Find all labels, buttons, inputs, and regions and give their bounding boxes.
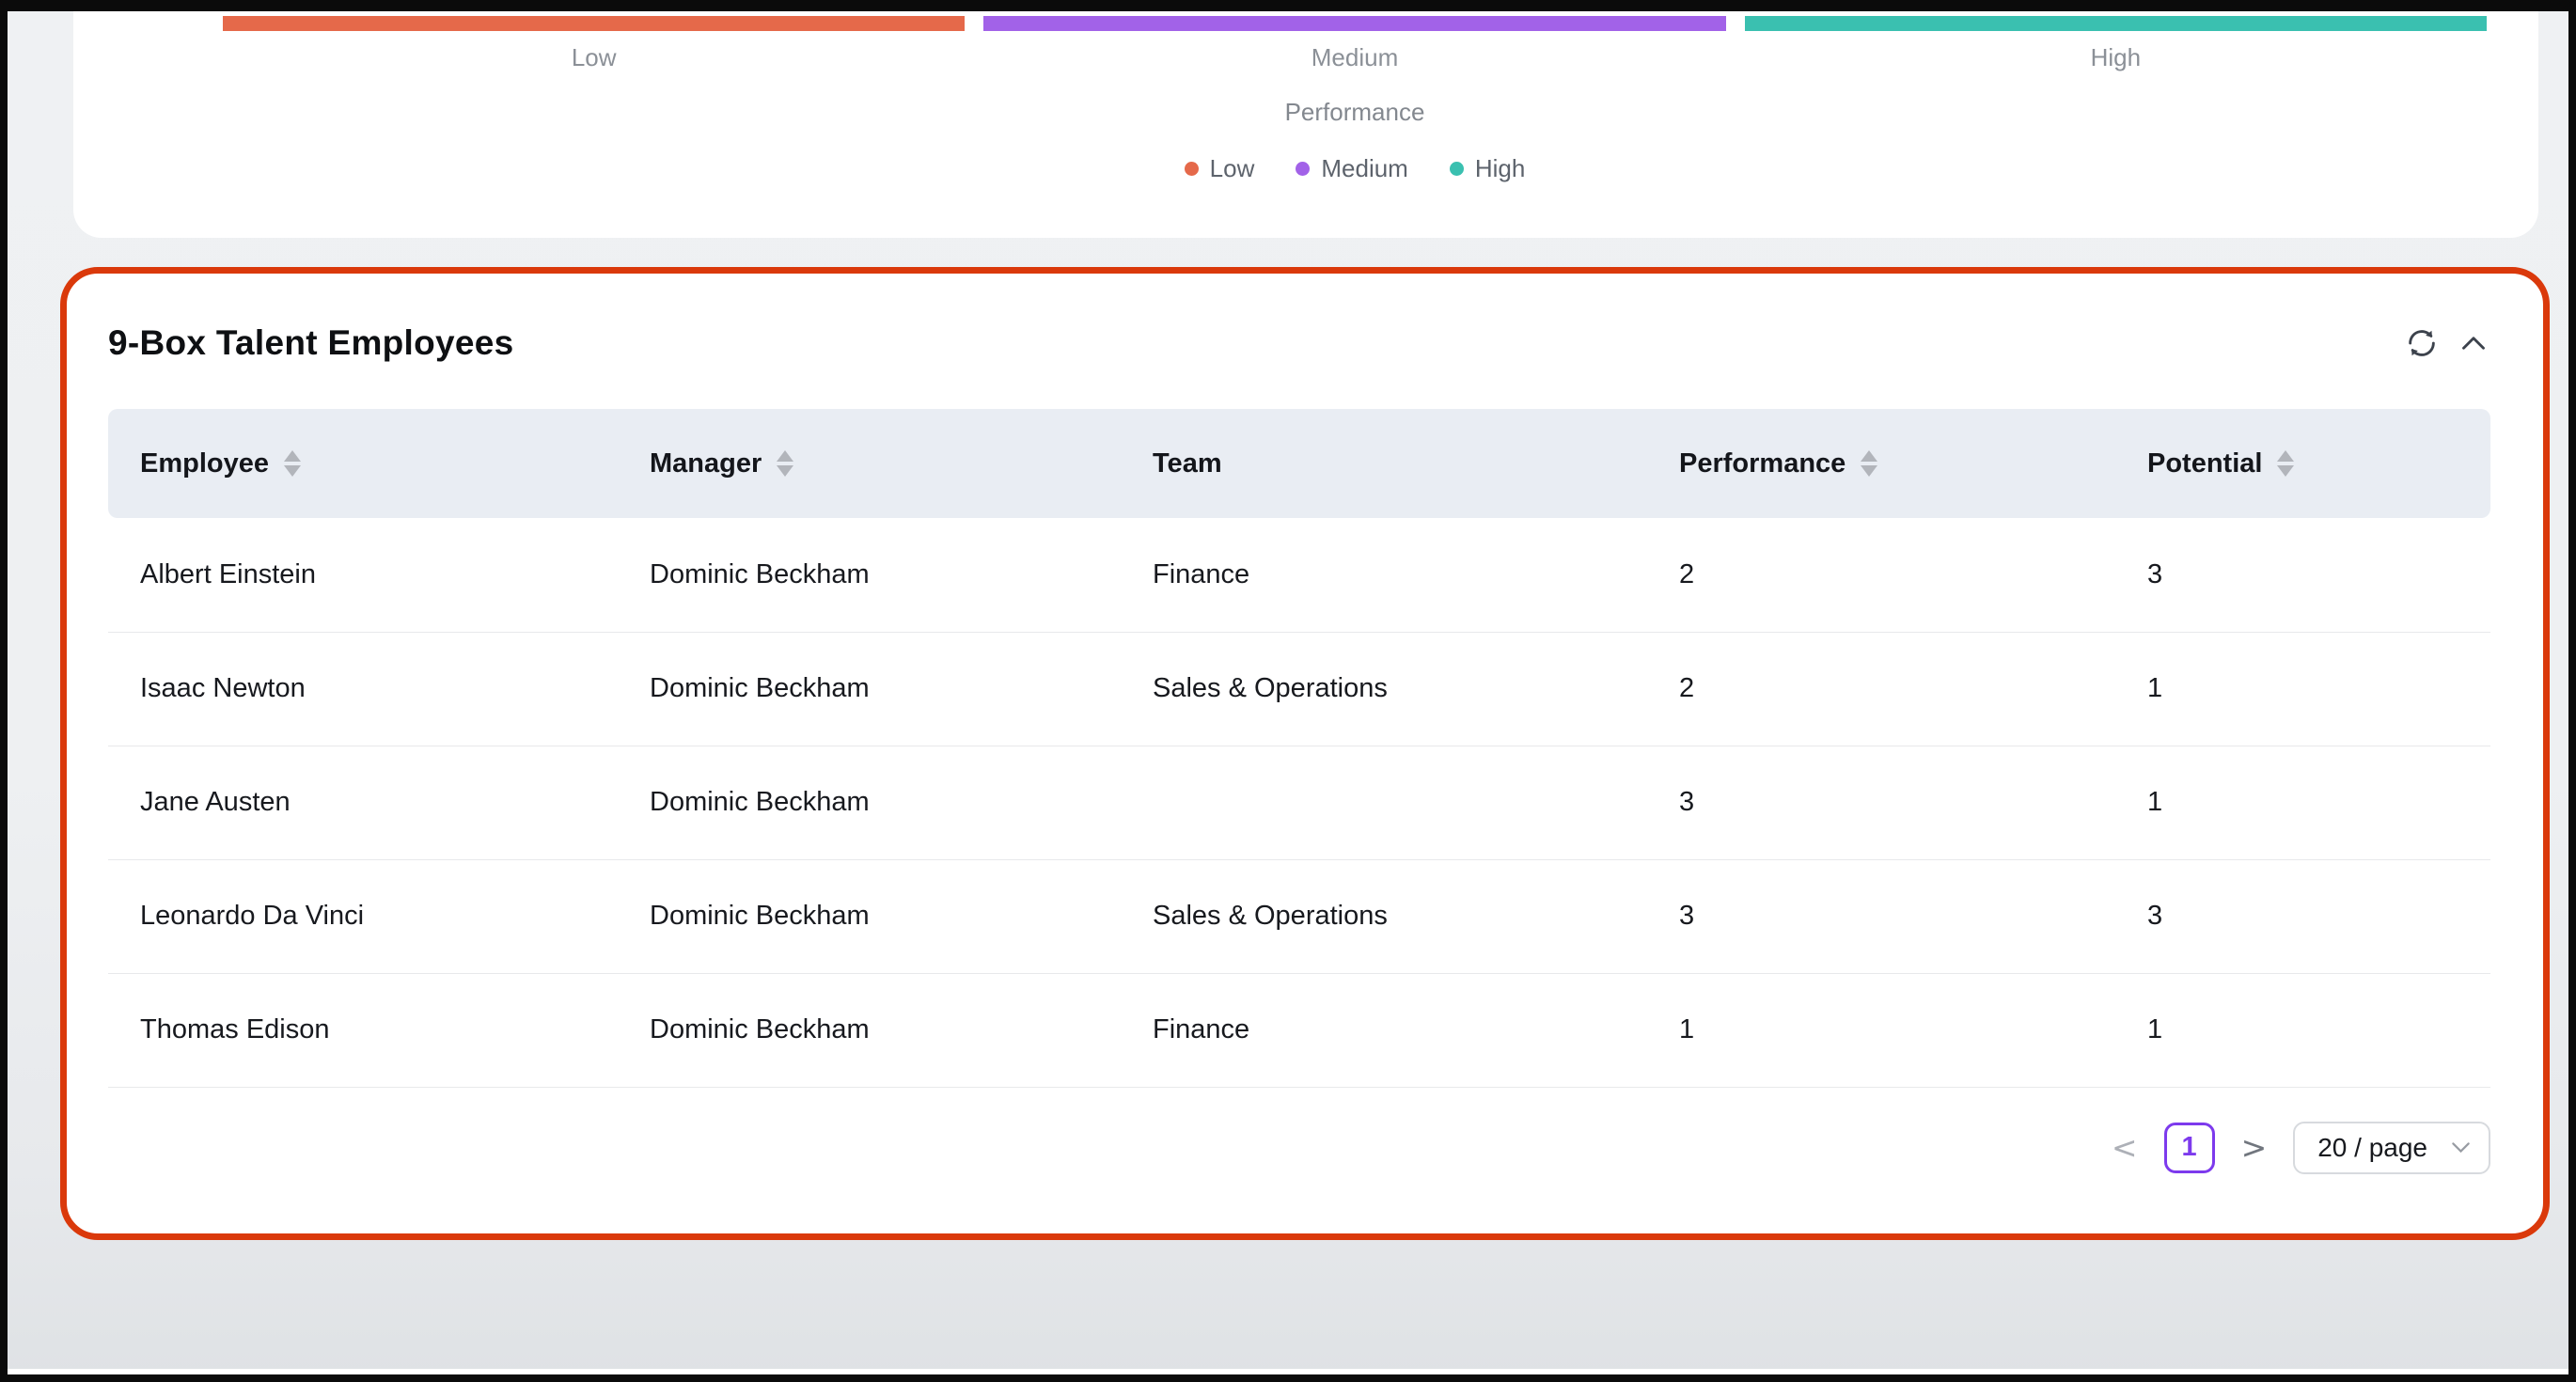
card-header: 9-Box Talent Employees xyxy=(108,321,2490,366)
table-row: Isaac Newton Dominic Beckham Sales & Ope… xyxy=(108,632,2490,746)
card-actions xyxy=(2404,325,2490,361)
pagination-page-1-button[interactable]: 1 xyxy=(2164,1123,2215,1173)
band-medium xyxy=(983,16,1725,31)
legend-dot-icon xyxy=(1185,162,1199,176)
pagination: < 1 > 20 / page xyxy=(108,1122,2490,1174)
chevron-down-icon xyxy=(2452,1141,2470,1154)
cell-team: Finance xyxy=(1121,518,1647,632)
sort-carets-icon xyxy=(1861,450,1877,477)
x-tick-medium: Medium xyxy=(983,43,1725,72)
cell-performance: 3 xyxy=(1647,859,2115,973)
sort-carets-icon xyxy=(777,450,793,477)
cell-team: Finance xyxy=(1121,973,1647,1087)
table-header: Employee Manager Team xyxy=(108,409,2490,518)
column-label: Manager xyxy=(650,448,762,479)
column-header-potential[interactable]: Potential xyxy=(2115,409,2490,518)
chart-legend: Low Medium High xyxy=(73,154,2538,183)
column-header-manager[interactable]: Manager xyxy=(618,409,1121,518)
table-row: Jane Austen Dominic Beckham 3 1 xyxy=(108,746,2490,859)
cell-potential: 3 xyxy=(2115,859,2490,973)
sort-carets-icon xyxy=(284,450,301,477)
table-row: Thomas Edison Dominic Beckham Finance 1 … xyxy=(108,973,2490,1087)
cell-employee: Jane Austen xyxy=(108,746,618,859)
pagination-prev-button[interactable]: < xyxy=(2110,1132,2140,1163)
table-body: Albert Einstein Dominic Beckham Finance … xyxy=(108,518,2490,1087)
x-tick-low: Low xyxy=(223,43,965,72)
page-size-value: 20 / page xyxy=(2317,1133,2427,1163)
pagination-next-button[interactable]: > xyxy=(2239,1132,2270,1163)
page-background: Low Medium High Performance Low Medium H… xyxy=(8,11,2568,1374)
legend-item-low[interactable]: Low xyxy=(1185,154,1255,183)
column-header-performance[interactable]: Performance xyxy=(1647,409,2115,518)
column-header-employee[interactable]: Employee xyxy=(108,409,618,518)
column-header-team: Team xyxy=(1121,409,1647,518)
table-row: Leonardo Da Vinci Dominic Beckham Sales … xyxy=(108,859,2490,973)
legend-item-medium[interactable]: Medium xyxy=(1296,154,1407,183)
cell-employee: Thomas Edison xyxy=(108,973,618,1087)
cell-performance: 2 xyxy=(1647,632,2115,746)
cell-manager: Dominic Beckham xyxy=(618,973,1121,1087)
cell-manager: Dominic Beckham xyxy=(618,518,1121,632)
page-size-select[interactable]: 20 / page xyxy=(2293,1122,2490,1174)
cell-potential: 1 xyxy=(2115,632,2490,746)
collapse-button[interactable] xyxy=(2457,326,2490,360)
cell-employee: Albert Einstein xyxy=(108,518,618,632)
legend-dot-icon xyxy=(1296,162,1310,176)
x-axis-ticks: Low Medium High xyxy=(73,43,2538,72)
cell-manager: Dominic Beckham xyxy=(618,632,1121,746)
cell-potential: 1 xyxy=(2115,746,2490,859)
window-frame: Low Medium High Performance Low Medium H… xyxy=(0,0,2576,1382)
cell-performance: 2 xyxy=(1647,518,2115,632)
employees-table-card: 9-Box Talent Employees xyxy=(60,267,2550,1240)
band-low xyxy=(223,16,965,31)
column-label: Potential xyxy=(2147,448,2262,479)
chart-bands xyxy=(73,11,2538,31)
employees-table: Employee Manager Team xyxy=(108,409,2490,1088)
sort-carets-icon xyxy=(2277,450,2294,477)
column-label: Team xyxy=(1153,448,1222,479)
cell-potential: 1 xyxy=(2115,973,2490,1087)
cell-employee: Leonardo Da Vinci xyxy=(108,859,618,973)
cell-team: Sales & Operations xyxy=(1121,632,1647,746)
cell-team: Sales & Operations xyxy=(1121,859,1647,973)
cell-employee: Isaac Newton xyxy=(108,632,618,746)
chart-card: Low Medium High Performance Low Medium H… xyxy=(73,11,2538,238)
x-tick-high: High xyxy=(1745,43,2487,72)
band-high xyxy=(1745,16,2487,31)
cell-manager: Dominic Beckham xyxy=(618,746,1121,859)
chevron-up-icon xyxy=(2457,326,2490,360)
refresh-icon xyxy=(2404,325,2440,361)
legend-label: Low xyxy=(1210,154,1255,183)
cell-potential: 3 xyxy=(2115,518,2490,632)
legend-dot-icon xyxy=(1450,162,1464,176)
table-header-row: Employee Manager Team xyxy=(108,409,2490,518)
column-label: Performance xyxy=(1679,448,1846,479)
cell-manager: Dominic Beckham xyxy=(618,859,1121,973)
cell-performance: 3 xyxy=(1647,746,2115,859)
window-bottom-strip xyxy=(8,1369,2568,1374)
card-title: 9-Box Talent Employees xyxy=(108,323,514,363)
legend-label: Medium xyxy=(1321,154,1407,183)
legend-label: High xyxy=(1475,154,1525,183)
x-axis-title: Performance xyxy=(73,98,2538,127)
table-row: Albert Einstein Dominic Beckham Finance … xyxy=(108,518,2490,632)
refresh-button[interactable] xyxy=(2404,325,2440,361)
cell-performance: 1 xyxy=(1647,973,2115,1087)
column-label: Employee xyxy=(140,448,269,479)
cell-team xyxy=(1121,746,1647,859)
legend-item-high[interactable]: High xyxy=(1450,154,1525,183)
